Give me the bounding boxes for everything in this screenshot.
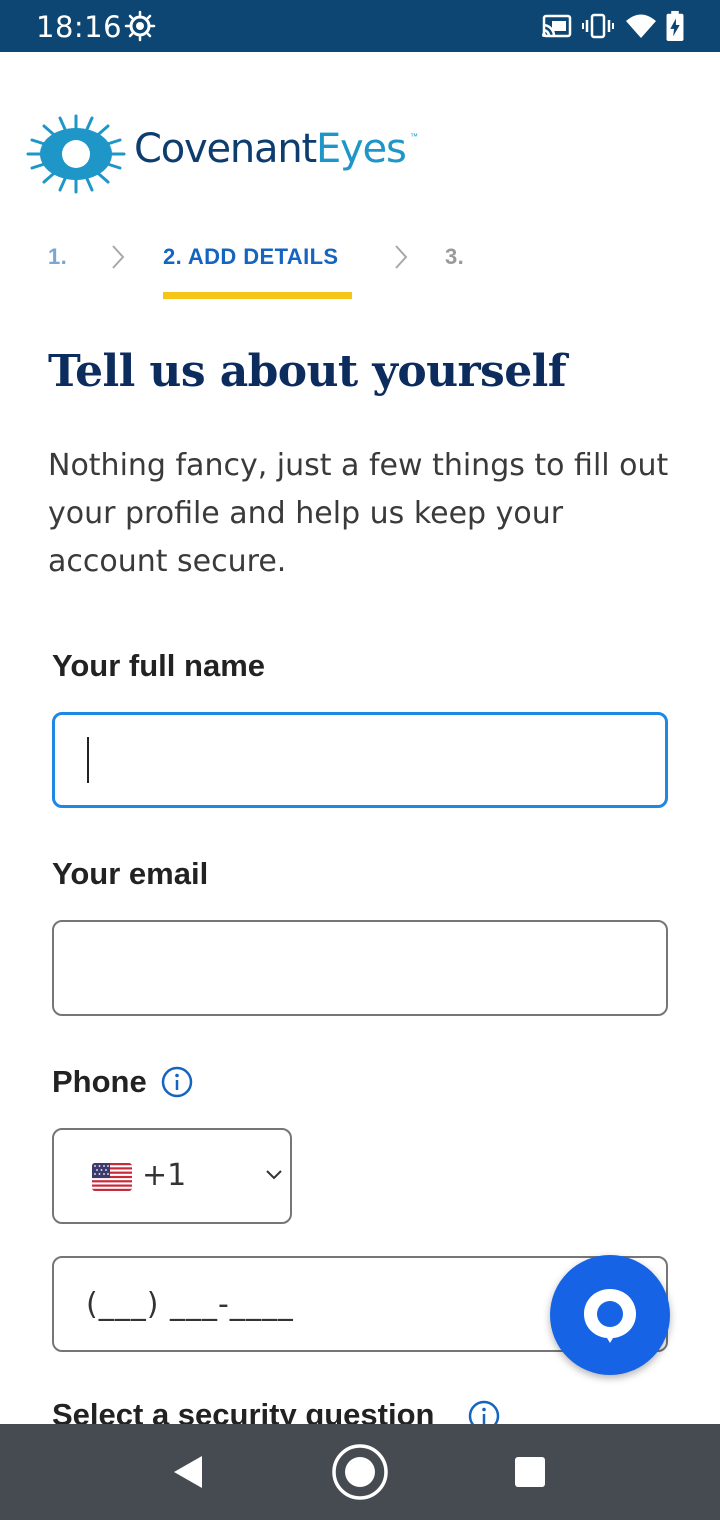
home-icon[interactable]: [330, 1442, 390, 1502]
logo-eye-icon: [26, 114, 126, 194]
covenant-eyes-logo: CovenantEyes ™: [26, 114, 426, 194]
chevron-down-icon: [266, 1170, 282, 1180]
full-name-input[interactable]: [52, 712, 668, 808]
chat-bubble-icon: [584, 1289, 636, 1343]
logo-covenant: Covenant: [134, 126, 317, 172]
phone-label: Phone: [52, 1064, 147, 1099]
status-time: 18:16: [36, 10, 123, 44]
email-input[interactable]: [52, 920, 668, 1016]
chevron-right-icon: [112, 245, 125, 269]
recents-icon[interactable]: [500, 1442, 560, 1502]
logo-wordmark: CovenantEyes: [134, 126, 407, 172]
back-icon[interactable]: [158, 1442, 218, 1502]
step-3: 3.: [445, 244, 465, 269]
stepper: 1. 2. ADD DETAILS 3.: [0, 238, 720, 308]
system-nav-bar: [0, 1424, 720, 1520]
cast-icon: [542, 14, 572, 38]
us-flag-icon: [92, 1163, 132, 1191]
page-title: Tell us about yourself: [48, 346, 567, 397]
page-description: Nothing fancy, just a few things to fill…: [48, 448, 669, 579]
vibrate-icon: [582, 13, 614, 39]
email-label: Your email: [52, 856, 209, 891]
signup-screen: CovenantEyes ™ 1. 2. ADD DETAILS 3. Tell…: [0, 52, 720, 1424]
dial-code: +1: [142, 1158, 187, 1193]
chat-button[interactable]: [550, 1255, 670, 1375]
active-step-indicator: [163, 292, 352, 299]
logo-trademark: ™: [410, 132, 418, 141]
step-1[interactable]: 1.: [48, 244, 67, 270]
status-bar: 18:16: [0, 0, 720, 52]
phone-mask-placeholder: (___) ___-____: [86, 1286, 294, 1322]
phone-info-icon[interactable]: [161, 1066, 193, 1098]
chevron-right-icon: [395, 245, 408, 269]
text-cursor: [87, 737, 89, 783]
battery-charging-icon: [666, 10, 684, 42]
wifi-icon: [626, 14, 656, 38]
country-code-select[interactable]: +1: [52, 1128, 292, 1224]
security-question-label: Select a security question: [52, 1397, 435, 1424]
radar-notification-icon: [124, 10, 156, 42]
security-question-info-icon[interactable]: [468, 1400, 500, 1424]
full-name-label: Your full name: [52, 648, 266, 683]
logo-eyes: Eyes: [315, 126, 407, 172]
step-2: 2. ADD DETAILS: [163, 244, 339, 269]
